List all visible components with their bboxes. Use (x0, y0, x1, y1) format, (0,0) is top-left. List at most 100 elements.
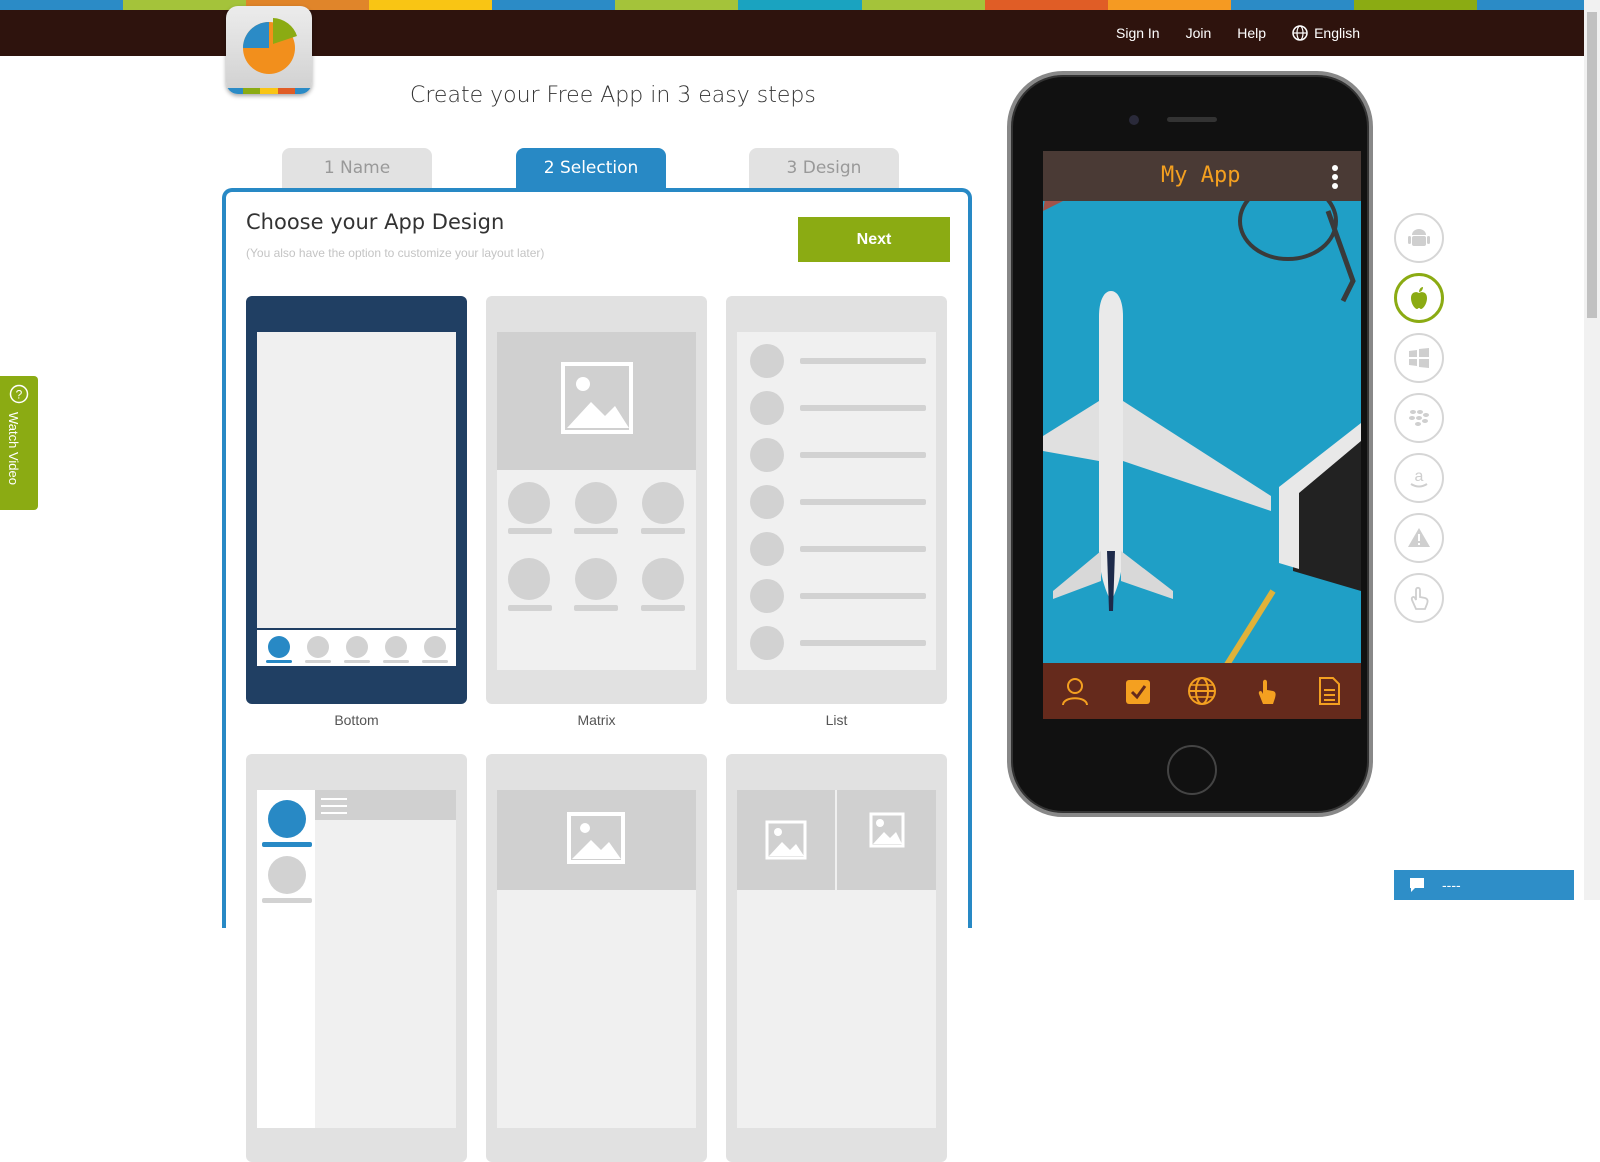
chat-bubble-icon (1410, 878, 1424, 892)
color-stripe-segment (369, 0, 493, 10)
checklist-icon[interactable] (1123, 676, 1153, 706)
color-stripe-segment (861, 0, 985, 10)
app-logo[interactable] (226, 6, 312, 94)
touch-icon[interactable] (1394, 573, 1444, 623)
tab-underline (422, 660, 448, 663)
layout-card-banner[interactable] (486, 754, 707, 1162)
layout-preview-area (497, 790, 696, 1128)
grid-line (641, 528, 685, 534)
layout-card-grid[interactable] (726, 754, 947, 1162)
svg-text:a: a (1415, 468, 1424, 485)
image-placeholder (497, 790, 696, 890)
chat-widget[interactable]: ---- (1394, 870, 1574, 900)
color-stripe-segment (492, 0, 616, 10)
list-line (800, 452, 926, 458)
android-icon[interactable] (1394, 213, 1444, 263)
layout-label-bottom: Bottom (334, 712, 379, 728)
list-circle (750, 344, 784, 378)
app-header-bar: My App (1043, 151, 1361, 201)
image-icon (567, 812, 625, 864)
list-line (800, 546, 926, 552)
user-icon[interactable] (1060, 676, 1090, 706)
hamburger-menu-icon (321, 798, 347, 814)
list-circle (750, 579, 784, 613)
globe-icon[interactable] (1187, 676, 1217, 706)
tab-selection-step[interactable]: 2 Selection (516, 148, 666, 188)
grid-line (574, 528, 618, 534)
phone-screen: My App (1043, 151, 1361, 719)
blackberry-icon[interactable] (1394, 393, 1444, 443)
color-stripe-segment (123, 0, 247, 10)
next-button[interactable]: Next (798, 217, 950, 262)
svg-text:?: ? (16, 388, 23, 402)
amazon-icon[interactable]: a (1394, 453, 1444, 503)
list-line (800, 593, 926, 599)
page-headline: Create your Free App in 3 easy steps (410, 83, 816, 108)
scrollbar-thumb[interactable] (1587, 12, 1597, 318)
sign-in-link[interactable]: Sign In (1116, 25, 1160, 41)
sidebar-circle (268, 856, 306, 894)
language-selector[interactable]: English (1292, 25, 1360, 41)
layout-preview-area (737, 790, 936, 1128)
phone-home-button (1167, 745, 1217, 795)
tab-dot (385, 636, 407, 658)
page-scrollbar[interactable] (1584, 0, 1600, 900)
image-icon (561, 362, 633, 434)
grid-circle (508, 558, 550, 600)
layout-preview-area (257, 790, 456, 1128)
app-title: My App (1161, 163, 1241, 188)
layout-card-sidebar[interactable] (246, 754, 467, 1162)
app-bottom-bar (1043, 663, 1361, 719)
layout-bottom-tabbar (257, 630, 456, 666)
tab-dot (268, 636, 290, 658)
layout-preview-area (257, 332, 456, 628)
tab-underline (305, 660, 331, 663)
grid-line (508, 528, 552, 534)
list-line (800, 405, 926, 411)
tab-dot (424, 636, 446, 658)
layout-card-matrix[interactable] (486, 296, 707, 704)
sidebar-strip (257, 790, 315, 1128)
join-link[interactable]: Join (1186, 25, 1212, 41)
list-circle (750, 485, 784, 519)
color-stripe-segment (984, 0, 1108, 10)
windows-icon[interactable] (1394, 333, 1444, 383)
layout-card-list[interactable] (726, 296, 947, 704)
grid-circle (575, 482, 617, 524)
tab-dot (307, 636, 329, 658)
image-placeholder (497, 332, 696, 470)
list-circle (750, 626, 784, 660)
image-placeholder (737, 790, 835, 890)
list-line (800, 499, 926, 505)
layout-preview-area (737, 332, 936, 670)
apple-icon[interactable] (1394, 273, 1444, 323)
language-label: English (1314, 25, 1360, 41)
layout-card-bottom[interactable] (246, 296, 467, 704)
tab-underline (383, 660, 409, 663)
tab-dot (346, 636, 368, 658)
chat-label: ---- (1442, 877, 1461, 893)
help-link[interactable]: Help (1237, 25, 1266, 41)
image-icon (765, 820, 807, 860)
tab-design-step[interactable]: 3 Design (749, 148, 899, 188)
document-icon[interactable] (1314, 676, 1344, 706)
tab-name-step[interactable]: 1 Name (282, 148, 432, 188)
help-circle-icon: ? (9, 384, 29, 404)
list-line (800, 640, 926, 646)
touch-icon[interactable] (1251, 676, 1281, 706)
watch-video-tab[interactable]: ? Watch Video (0, 376, 38, 510)
kebab-menu-icon[interactable] (1331, 165, 1339, 189)
grid-circle (642, 482, 684, 524)
sidebar-circle-active (268, 800, 306, 838)
watch-video-label: Watch Video (6, 412, 21, 485)
image-icon (869, 812, 905, 848)
warning-icon[interactable] (1394, 513, 1444, 563)
phone-speaker (1167, 117, 1217, 122)
layout-label-list: List (825, 712, 848, 728)
pie-chart-logo-icon (243, 18, 297, 74)
airplane-background-image (1043, 151, 1361, 719)
panel-subtitle: (You also have the option to customize y… (246, 246, 545, 260)
grid-line (574, 605, 618, 611)
sidebar-underline (262, 842, 312, 847)
phone-preview: My App (1007, 71, 1373, 817)
